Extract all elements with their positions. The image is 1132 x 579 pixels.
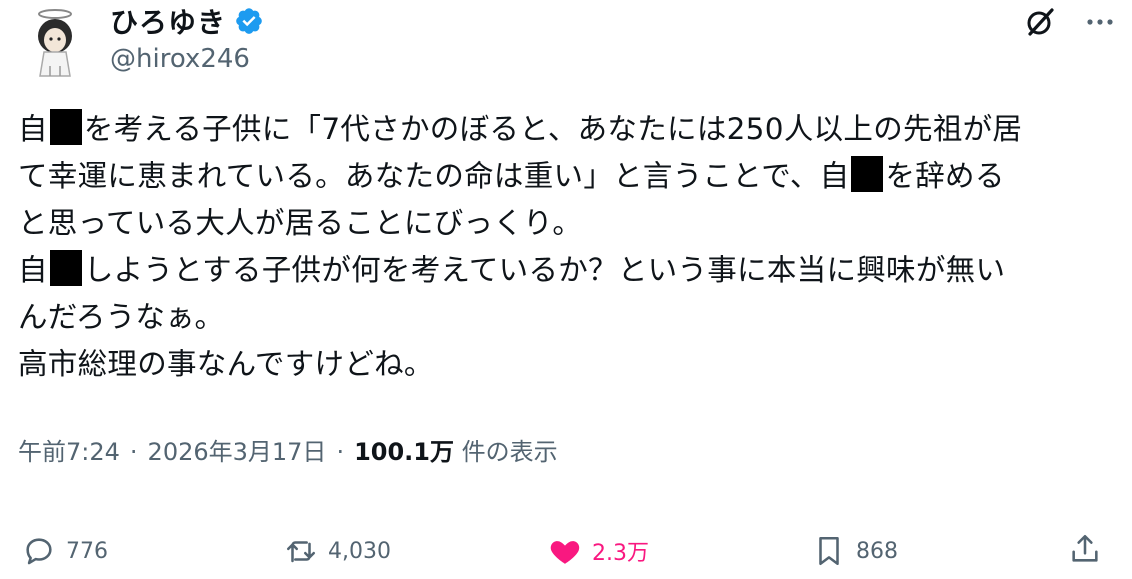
post-text-line-4: 自しようとする子供が何を考えているか？という事に本当に興味が無い [18,247,1118,294]
redaction-block [49,109,82,145]
post-meta: 午前7:24 · 2026年3月17日 · 100.1万 件の表示 [18,438,558,466]
repost-icon [286,541,316,563]
post: ひろゆき @hirox246 自を考える子供に「7代さかのぼると、あなたには25… [0,0,1132,579]
heart-icon [550,541,580,564]
bookmark-count: 868 [856,538,898,564]
post-text: 自を考える子供に「7代さかのぼると、あなたには250人以上の先祖が居 て幸運に恵… [18,106,1118,388]
post-text-line-3: と思っている大人が居ることにびっくり。 [18,206,583,240]
post-text-line-2: て幸運に恵まれている。あなたの命は重い」と言うことで、自 を辞める [18,153,1118,200]
bookmark-button[interactable]: 868 [812,534,898,568]
header-actions [1022,4,1118,40]
post-date[interactable]: 2026年3月17日 [148,438,327,466]
like-button[interactable]: 2.3万 [548,534,649,568]
redaction-block [851,156,884,192]
repost-count: 4,030 [328,538,391,564]
views-count[interactable]: 100.1万 [354,438,454,466]
views-label: 件の表示 [461,438,558,466]
post-text-line-5: んだろうなぁ。 [18,300,225,334]
post-text-line-6: 高市総理の事なんですけどね。 [18,347,434,381]
repost-button[interactable]: 4,030 [284,534,391,568]
redaction-block [49,250,82,286]
post-time[interactable]: 午前7:24 [18,438,120,466]
share-icon [1072,534,1098,562]
share-button[interactable] [1068,532,1102,566]
reply-icon [26,538,52,565]
action-bar: 776 4,030 2.3万 868 [0,524,1132,576]
bookmark-icon [819,536,839,566]
grok-icon[interactable] [1022,4,1058,40]
author-name-row: ひろゆき [110,2,264,40]
reply-button[interactable]: 776 [22,534,108,568]
like-count: 2.3万 [592,541,649,566]
avatar[interactable] [22,6,88,78]
author-handle[interactable]: @hirox246 [110,44,250,74]
verified-badge-icon[interactable] [234,6,264,36]
author-display-name[interactable]: ひろゆき [110,1,226,41]
reply-count: 776 [66,538,108,564]
post-text-line-1: 自を考える子供に「7代さかのぼると、あなたには250人以上の先祖が居 [18,106,1118,153]
more-icon[interactable] [1082,4,1118,40]
